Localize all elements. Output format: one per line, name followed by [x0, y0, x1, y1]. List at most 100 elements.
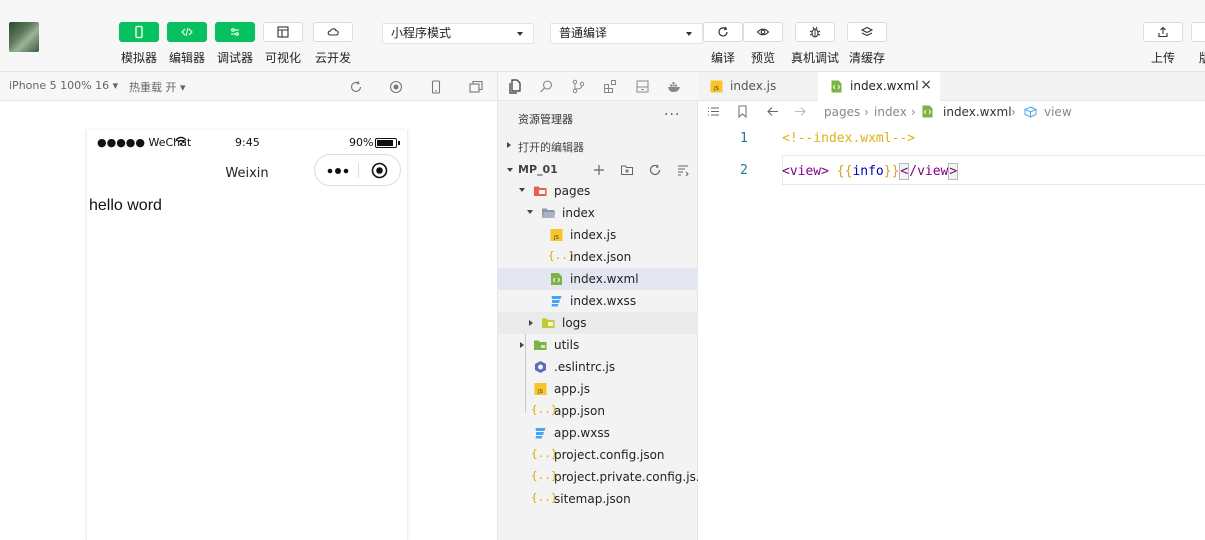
docker-icon[interactable]: [666, 78, 683, 95]
project-name: MP_01: [518, 163, 558, 176]
hot-reload-toggle[interactable]: 热重载 开 ▾: [129, 79, 186, 95]
tree-folder-pages[interactable]: pages: [498, 180, 698, 202]
tree-file-eslintrc[interactable]: .eslintrc.js: [498, 356, 698, 378]
tree-label: .eslintrc.js: [554, 360, 616, 374]
breadcrumb: pages › index › index.wxml › view: [698, 101, 1205, 123]
explorer-title: 资源管理器: [518, 113, 573, 126]
layers-icon: [847, 22, 887, 42]
cloud-button[interactable]: 云开发: [313, 22, 353, 66]
tree-file-index-js[interactable]: JS index.js: [498, 224, 698, 246]
binding-identifier: info: [852, 164, 884, 179]
hot-reload-value: 热重载 开: [129, 81, 177, 94]
storage-icon[interactable]: [634, 78, 651, 95]
editor-label: 编辑器: [168, 51, 205, 65]
chevron-down-icon: [686, 32, 692, 36]
chevron-down-icon: [527, 210, 533, 214]
tree-file-sitemap[interactable]: {..} sitemap.json: [498, 488, 698, 510]
compile-select[interactable]: 普通编译: [550, 23, 703, 44]
record-icon[interactable]: [388, 79, 404, 95]
code-editor[interactable]: 1 2 <!--index.wxml--> <view> {{info}}</v…: [698, 123, 1205, 540]
rotate-icon[interactable]: [348, 79, 364, 95]
layout-icon: [263, 22, 303, 42]
list-icon[interactable]: [706, 104, 721, 119]
tree-file-index-wxss[interactable]: index.wxss: [498, 290, 698, 312]
breadcrumb-view[interactable]: view: [1044, 105, 1072, 119]
tree-file-app-js[interactable]: JS app.js: [498, 378, 698, 400]
detach-window-icon[interactable]: [468, 79, 484, 95]
new-file-icon[interactable]: [592, 163, 606, 177]
eye-icon: [743, 22, 783, 42]
tree-label: index: [562, 206, 595, 220]
bookmark-icon[interactable]: [735, 104, 750, 119]
source-control-icon[interactable]: [570, 78, 587, 95]
eslint-file-icon: [535, 361, 546, 373]
breadcrumb-index[interactable]: index: [874, 105, 907, 119]
editor-button[interactable]: 编辑器: [167, 22, 207, 66]
clearcache-button[interactable]: 清缓存: [847, 22, 887, 66]
json-file-icon: {..}: [548, 249, 575, 262]
chevron-right-icon: [529, 320, 533, 326]
tree-file-project-config[interactable]: {..} project.config.json: [498, 444, 698, 466]
more-actions-icon[interactable]: ···: [664, 107, 680, 123]
cube-icon: [1023, 106, 1038, 118]
chevron-right-icon: ›: [911, 105, 916, 119]
tree-folder-index[interactable]: index: [498, 202, 698, 224]
search-icon[interactable]: [538, 78, 555, 95]
svg-text:JS: JS: [713, 86, 719, 92]
tree-file-app-json[interactable]: {..} app.json: [498, 400, 698, 422]
editor-tabs: JS index.js index.wxml ×: [698, 72, 1205, 101]
version-icon: [1191, 22, 1205, 42]
tree-label: app.json: [554, 404, 605, 418]
wxml-file-icon: [551, 273, 562, 285]
mode-select[interactable]: 小程序模式: [382, 23, 534, 44]
code-line-2: <view> {{info}}</view>: [782, 163, 959, 180]
version-button[interactable]: 版本: [1191, 22, 1205, 66]
device-select-value: iPhone 5 100% 16: [9, 79, 110, 92]
extensions-icon[interactable]: [602, 78, 619, 95]
tree-file-project-private-config[interactable]: {..} project.private.config.js...: [498, 466, 707, 488]
simulator-button[interactable]: 模拟器: [119, 22, 159, 66]
new-folder-icon[interactable]: [620, 163, 634, 177]
cloud-label: 云开发: [314, 51, 351, 65]
arrow-left-icon[interactable]: [765, 104, 780, 119]
tab-index-js[interactable]: JS index.js: [698, 72, 818, 101]
refresh-icon: [703, 22, 743, 42]
js-file-icon: JS: [534, 383, 547, 395]
upload-button[interactable]: 上传: [1143, 22, 1183, 66]
close-tab-icon[interactable]: ×: [920, 77, 932, 93]
debugger-button[interactable]: 调试器: [215, 22, 255, 66]
tree-folder-utils[interactable]: utils: [498, 334, 698, 356]
tree-file-app-wxss[interactable]: app.wxss: [498, 422, 698, 444]
project-section[interactable]: MP_01: [498, 159, 698, 181]
breadcrumb-file[interactable]: index.wxml: [943, 105, 1012, 119]
refresh-explorer-icon[interactable]: [648, 163, 662, 177]
files-icon[interactable]: [506, 78, 523, 95]
compile-button[interactable]: 编译: [703, 22, 743, 66]
open-editors-section[interactable]: 打开的编辑器: [498, 135, 698, 157]
more-dots-icon[interactable]: [327, 168, 355, 174]
collapse-all-icon[interactable]: [676, 163, 690, 177]
battery-icon: [375, 138, 400, 148]
simulator-label: 模拟器: [120, 51, 157, 65]
device-icon[interactable]: [428, 79, 444, 95]
breadcrumb-pages[interactable]: pages: [824, 105, 860, 119]
device-select[interactable]: iPhone 5 100% 16 ▾: [9, 79, 118, 92]
arrow-right-icon[interactable]: [793, 104, 808, 119]
capsule-divider: [358, 163, 359, 178]
phone-icon: [119, 22, 159, 42]
tree-label: app.js: [554, 382, 590, 396]
visual-button[interactable]: 可视化: [263, 22, 303, 66]
tree-folder-logs[interactable]: logs: [498, 312, 698, 334]
realdevice-button[interactable]: 真机调试: [791, 22, 839, 66]
close-miniprogram-icon[interactable]: [371, 162, 388, 179]
tab-index-wxml[interactable]: index.wxml ×: [818, 72, 940, 101]
simulator-toolbar: iPhone 5 100% 16 ▾ 热重载 开 ▾: [0, 72, 497, 101]
capsule-menu[interactable]: [314, 154, 401, 186]
debugger-label: 调试器: [216, 51, 253, 65]
tree-label: project.config.json: [554, 448, 665, 462]
user-avatar[interactable]: [9, 22, 39, 52]
tree-file-index-json[interactable]: {..} index.json: [498, 246, 698, 268]
preview-button[interactable]: 预览: [743, 22, 783, 66]
status-bar: ●●●●● WeChat 9:45 90%: [87, 130, 407, 154]
tree-file-index-wxml[interactable]: index.wxml: [498, 268, 698, 290]
